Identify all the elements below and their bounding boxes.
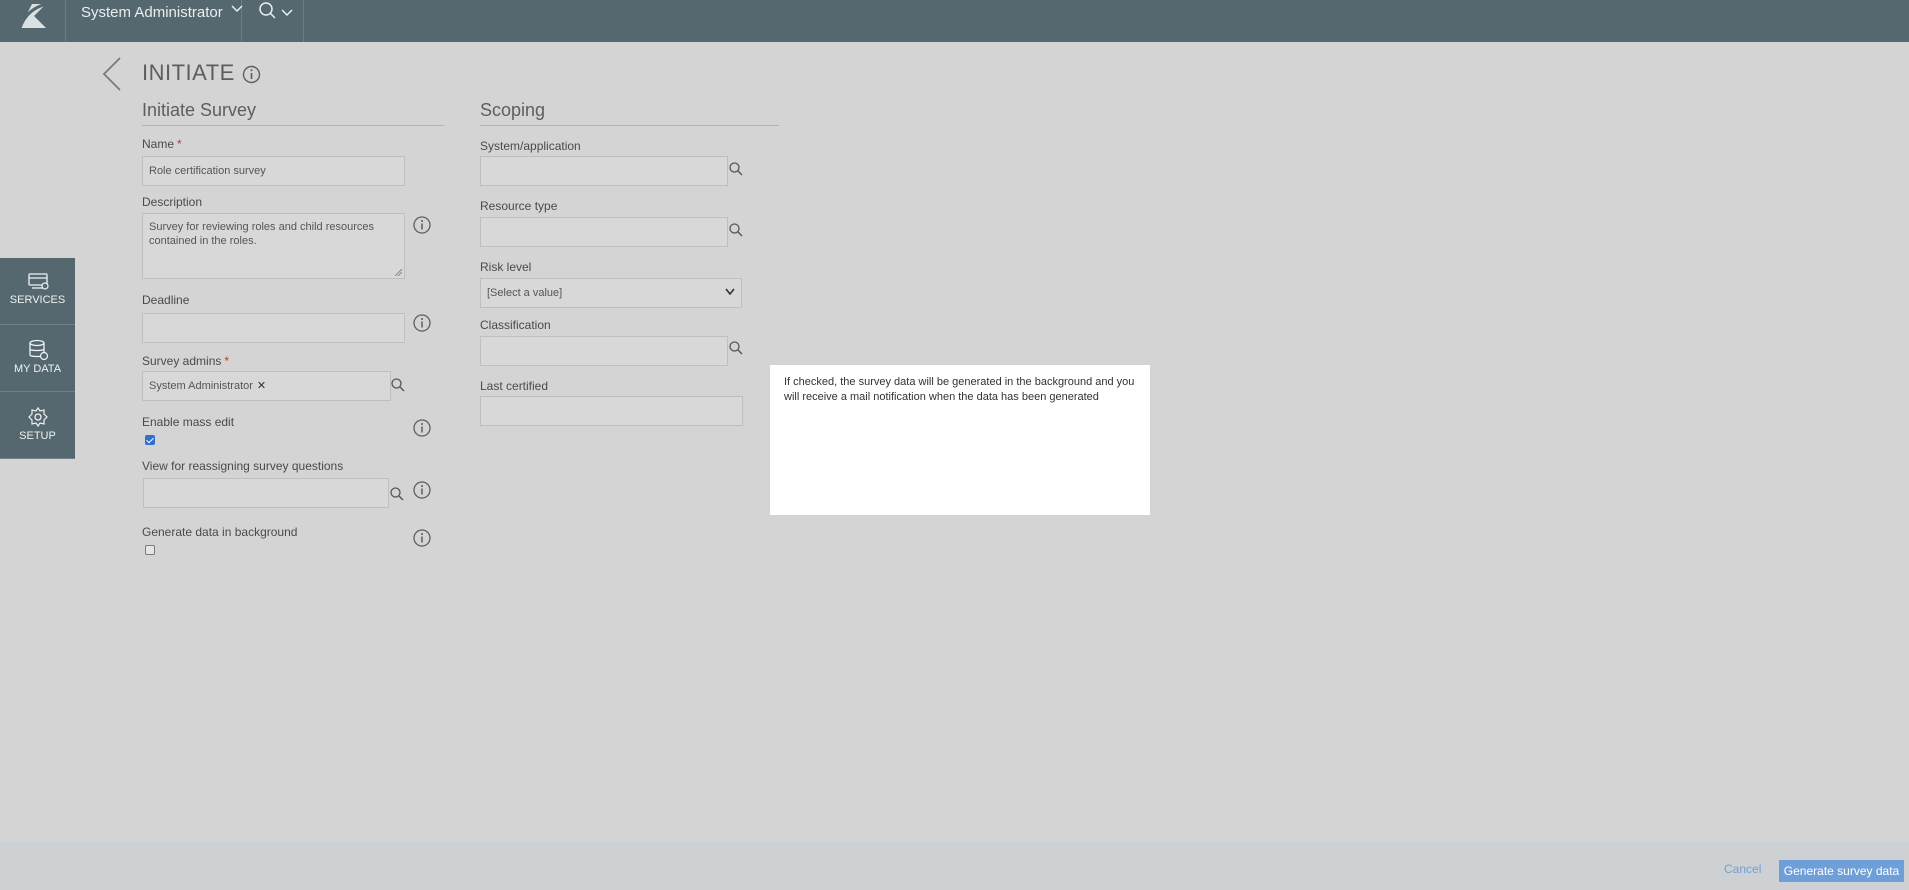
deadline-info-icon[interactable] — [413, 314, 431, 332]
top-bar: System Administrator — [0, 0, 1909, 42]
name-input[interactable]: Role certification survey — [142, 156, 405, 186]
view-reassign-info-icon[interactable] — [413, 481, 431, 499]
chevron-down-icon — [725, 288, 735, 296]
generate-background-label: Generate data in background — [142, 525, 298, 539]
search-icon — [259, 2, 293, 19]
section-title-initiate: Initiate Survey — [142, 100, 444, 126]
required-mark: * — [177, 137, 182, 151]
last-certified-input[interactable] — [480, 396, 743, 426]
survey-admins-search-icon[interactable] — [390, 377, 406, 393]
description-label: Description — [142, 195, 203, 209]
gear-icon — [27, 406, 48, 428]
deadline-label: Deadline — [142, 293, 190, 307]
name-label-text: Name — [142, 137, 175, 151]
classification-input[interactable] — [480, 336, 728, 366]
rail-item-setup[interactable]: SETUP — [0, 392, 75, 459]
description-textarea[interactable]: Survey for reviewing roles and child res… — [142, 213, 405, 279]
user-menu-label: System Administrator — [81, 4, 223, 21]
view-reassign-search-icon[interactable] — [389, 486, 405, 502]
system-search-icon[interactable] — [728, 161, 744, 177]
required-mark: * — [224, 354, 230, 368]
remove-tag-icon[interactable]: ✕ — [257, 380, 266, 392]
system-label: System/application — [480, 139, 581, 153]
resource-type-search-icon[interactable] — [728, 222, 744, 238]
enable-mass-edit-label: Enable mass edit — [142, 415, 235, 429]
database-icon — [28, 339, 48, 361]
section-title-scoping: Scoping — [480, 100, 779, 126]
logo-icon — [18, 2, 47, 29]
system-input[interactable] — [480, 156, 728, 186]
services-icon — [27, 273, 49, 290]
user-menu[interactable]: System Administrator — [66, 0, 243, 42]
risk-level-label: Risk level — [480, 260, 532, 274]
survey-admin-tag: System Administrator ✕ — [149, 372, 266, 400]
risk-level-select[interactable]: [Select a value] — [480, 278, 742, 308]
rail-item-label: MY DATA — [13, 363, 62, 375]
classification-label: Classification — [480, 318, 551, 332]
left-rail: SERVICES MY DATA SETUP — [0, 258, 75, 459]
classification-search-icon[interactable] — [728, 340, 744, 356]
info-icon[interactable] — [242, 65, 261, 84]
app-logo[interactable] — [0, 0, 66, 42]
generate-background-info-icon[interactable] — [413, 529, 431, 547]
search-menu[interactable] — [242, 0, 304, 42]
deadline-input[interactable] — [142, 313, 405, 343]
survey-admin-tag-label: System Administrator — [149, 380, 253, 392]
mass-edit-info-icon[interactable] — [413, 419, 431, 437]
tooltip-generate-background: If checked, the survey data will be gene… — [770, 365, 1150, 515]
survey-admins-label: Survey admins * — [142, 354, 229, 368]
description-text: Survey for reviewing roles and child res… — [149, 221, 374, 247]
risk-level-value: [Select a value] — [487, 287, 563, 299]
last-certified-label: Last certified — [480, 379, 549, 393]
survey-admins-input[interactable]: System Administrator ✕ — [142, 371, 391, 401]
generate-survey-data-button[interactable]: Generate survey data — [1779, 860, 1904, 882]
view-reassign-label: View for reassigning survey questions — [142, 459, 344, 473]
survey-admins-label-text: Survey admins — [142, 354, 222, 368]
rail-item-services[interactable]: SERVICES — [0, 258, 75, 325]
rail-item-my-data[interactable]: MY DATA — [0, 325, 75, 392]
back-icon[interactable] — [100, 56, 124, 92]
resource-type-label: Resource type — [480, 199, 558, 213]
footer-bar — [0, 842, 1909, 890]
rail-item-label: SERVICES — [9, 294, 66, 306]
name-label: Name * — [142, 137, 182, 151]
rail-item-label: SETUP — [19, 430, 56, 442]
page-title: INITIATE — [142, 60, 235, 85]
resource-type-input[interactable] — [480, 217, 728, 247]
enable-mass-edit-checkbox[interactable] — [145, 435, 155, 445]
resize-handle-icon[interactable] — [394, 268, 402, 276]
view-reassign-input[interactable] — [143, 478, 389, 508]
description-info-icon[interactable] — [413, 216, 431, 234]
generate-background-checkbox[interactable] — [145, 545, 155, 555]
cancel-button[interactable]: Cancel — [1724, 862, 1761, 876]
